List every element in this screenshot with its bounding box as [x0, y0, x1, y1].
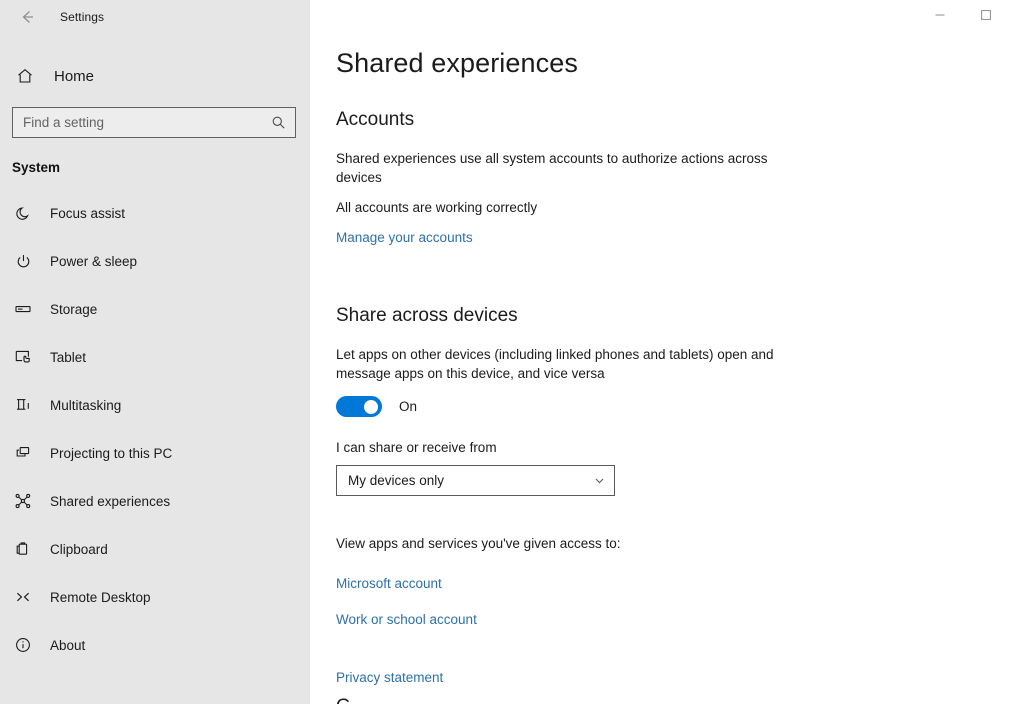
share-across-devices-heading: Share across devices — [336, 305, 1009, 327]
sidebar-item-projecting-to-this-pc[interactable]: Projecting to this PC — [0, 429, 310, 477]
search-input[interactable] — [13, 115, 265, 130]
sidebar-item-label: Storage — [50, 302, 97, 317]
remote-desktop-icon — [10, 584, 36, 610]
share-toggle-row: On — [336, 396, 1009, 417]
sidebar-item-storage[interactable]: Storage — [0, 285, 310, 333]
sidebar-item-power-and-sleep[interactable]: Power & sleep — [0, 237, 310, 285]
sidebar: Settings Home System — [0, 0, 310, 704]
search-box[interactable] — [12, 107, 296, 138]
toggle-state-label: On — [399, 399, 417, 414]
share-source-dropdown[interactable]: My devices only — [336, 465, 615, 496]
sidebar-item-about[interactable]: About — [0, 621, 310, 669]
settings-panel: Shared experiences Accounts Shared exper… — [310, 0, 1009, 687]
toggle-knob — [364, 400, 378, 414]
share-across-devices-description: Let apps on other devices (including lin… — [336, 345, 776, 383]
sidebar-item-home[interactable]: Home — [0, 54, 310, 98]
project-screen-icon — [10, 440, 36, 466]
sidebar-item-multitasking[interactable]: Multitasking — [0, 381, 310, 429]
sidebar-item-label: Clipboard — [50, 542, 108, 557]
sidebar-item-label: Shared experiences — [50, 494, 170, 509]
moon-icon — [10, 200, 36, 226]
microsoft-account-link[interactable]: Microsoft account — [336, 576, 442, 591]
accounts-section-heading: Accounts — [336, 109, 1009, 131]
info-icon — [10, 632, 36, 658]
sidebar-item-label: Power & sleep — [50, 254, 137, 269]
shared-experiences-icon — [10, 488, 36, 514]
tablet-icon — [10, 344, 36, 370]
minimize-button[interactable] — [917, 0, 963, 30]
sidebar-group-label: System — [0, 138, 310, 175]
window-controls — [917, 0, 1009, 30]
multitasking-icon — [10, 392, 36, 418]
storage-icon — [10, 296, 36, 322]
page-title: Shared experiences — [336, 48, 1009, 79]
sidebar-item-label: Multitasking — [50, 398, 121, 413]
maximize-button[interactable] — [963, 0, 1009, 30]
sidebar-item-label: Projecting to this PC — [50, 446, 172, 461]
sidebar-item-shared-experiences[interactable]: Shared experiences — [0, 477, 310, 525]
work-or-school-account-link[interactable]: Work or school account — [336, 612, 477, 627]
sidebar-item-remote-desktop[interactable]: Remote Desktop — [0, 573, 310, 621]
share-source-label: I can share or receive from — [336, 440, 1009, 455]
share-across-devices-toggle[interactable] — [336, 396, 382, 417]
share-source-dropdown-value: My devices only — [337, 473, 584, 488]
chevron-down-icon — [584, 474, 614, 487]
app-title: Settings — [60, 10, 104, 24]
manage-your-accounts-link[interactable]: Manage your accounts — [336, 230, 473, 245]
sidebar-item-clipboard[interactable]: Clipboard — [0, 525, 310, 573]
sidebar-item-tablet[interactable]: Tablet — [0, 333, 310, 381]
settings-window: Settings Home System — [0, 0, 1009, 704]
sidebar-nav-list: Focus assist Power & sleep — [0, 189, 310, 669]
access-intro-text: View apps and services you've given acce… — [336, 534, 776, 553]
sidebar-item-label: Remote Desktop — [50, 590, 151, 605]
sidebar-item-label: About — [50, 638, 85, 653]
accounts-status: All accounts are working correctly — [336, 198, 776, 217]
power-icon — [10, 248, 36, 274]
back-arrow-icon[interactable] — [12, 2, 42, 32]
search-icon[interactable] — [265, 115, 295, 130]
sidebar-item-home-label: Home — [54, 68, 94, 85]
clipboard-icon — [10, 536, 36, 562]
title-bar: Settings — [0, 0, 310, 34]
next-section-heading-partial: G — [336, 696, 351, 704]
accounts-description: Shared experiences use all system accoun… — [336, 149, 776, 187]
sidebar-item-focus-assist[interactable]: Focus assist — [0, 189, 310, 237]
home-icon — [12, 63, 38, 89]
sidebar-item-label: Tablet — [50, 350, 86, 365]
privacy-statement-link[interactable]: Privacy statement — [336, 670, 443, 685]
sidebar-item-label: Focus assist — [50, 206, 125, 221]
main-content: Shared experiences Accounts Shared exper… — [310, 0, 1009, 704]
